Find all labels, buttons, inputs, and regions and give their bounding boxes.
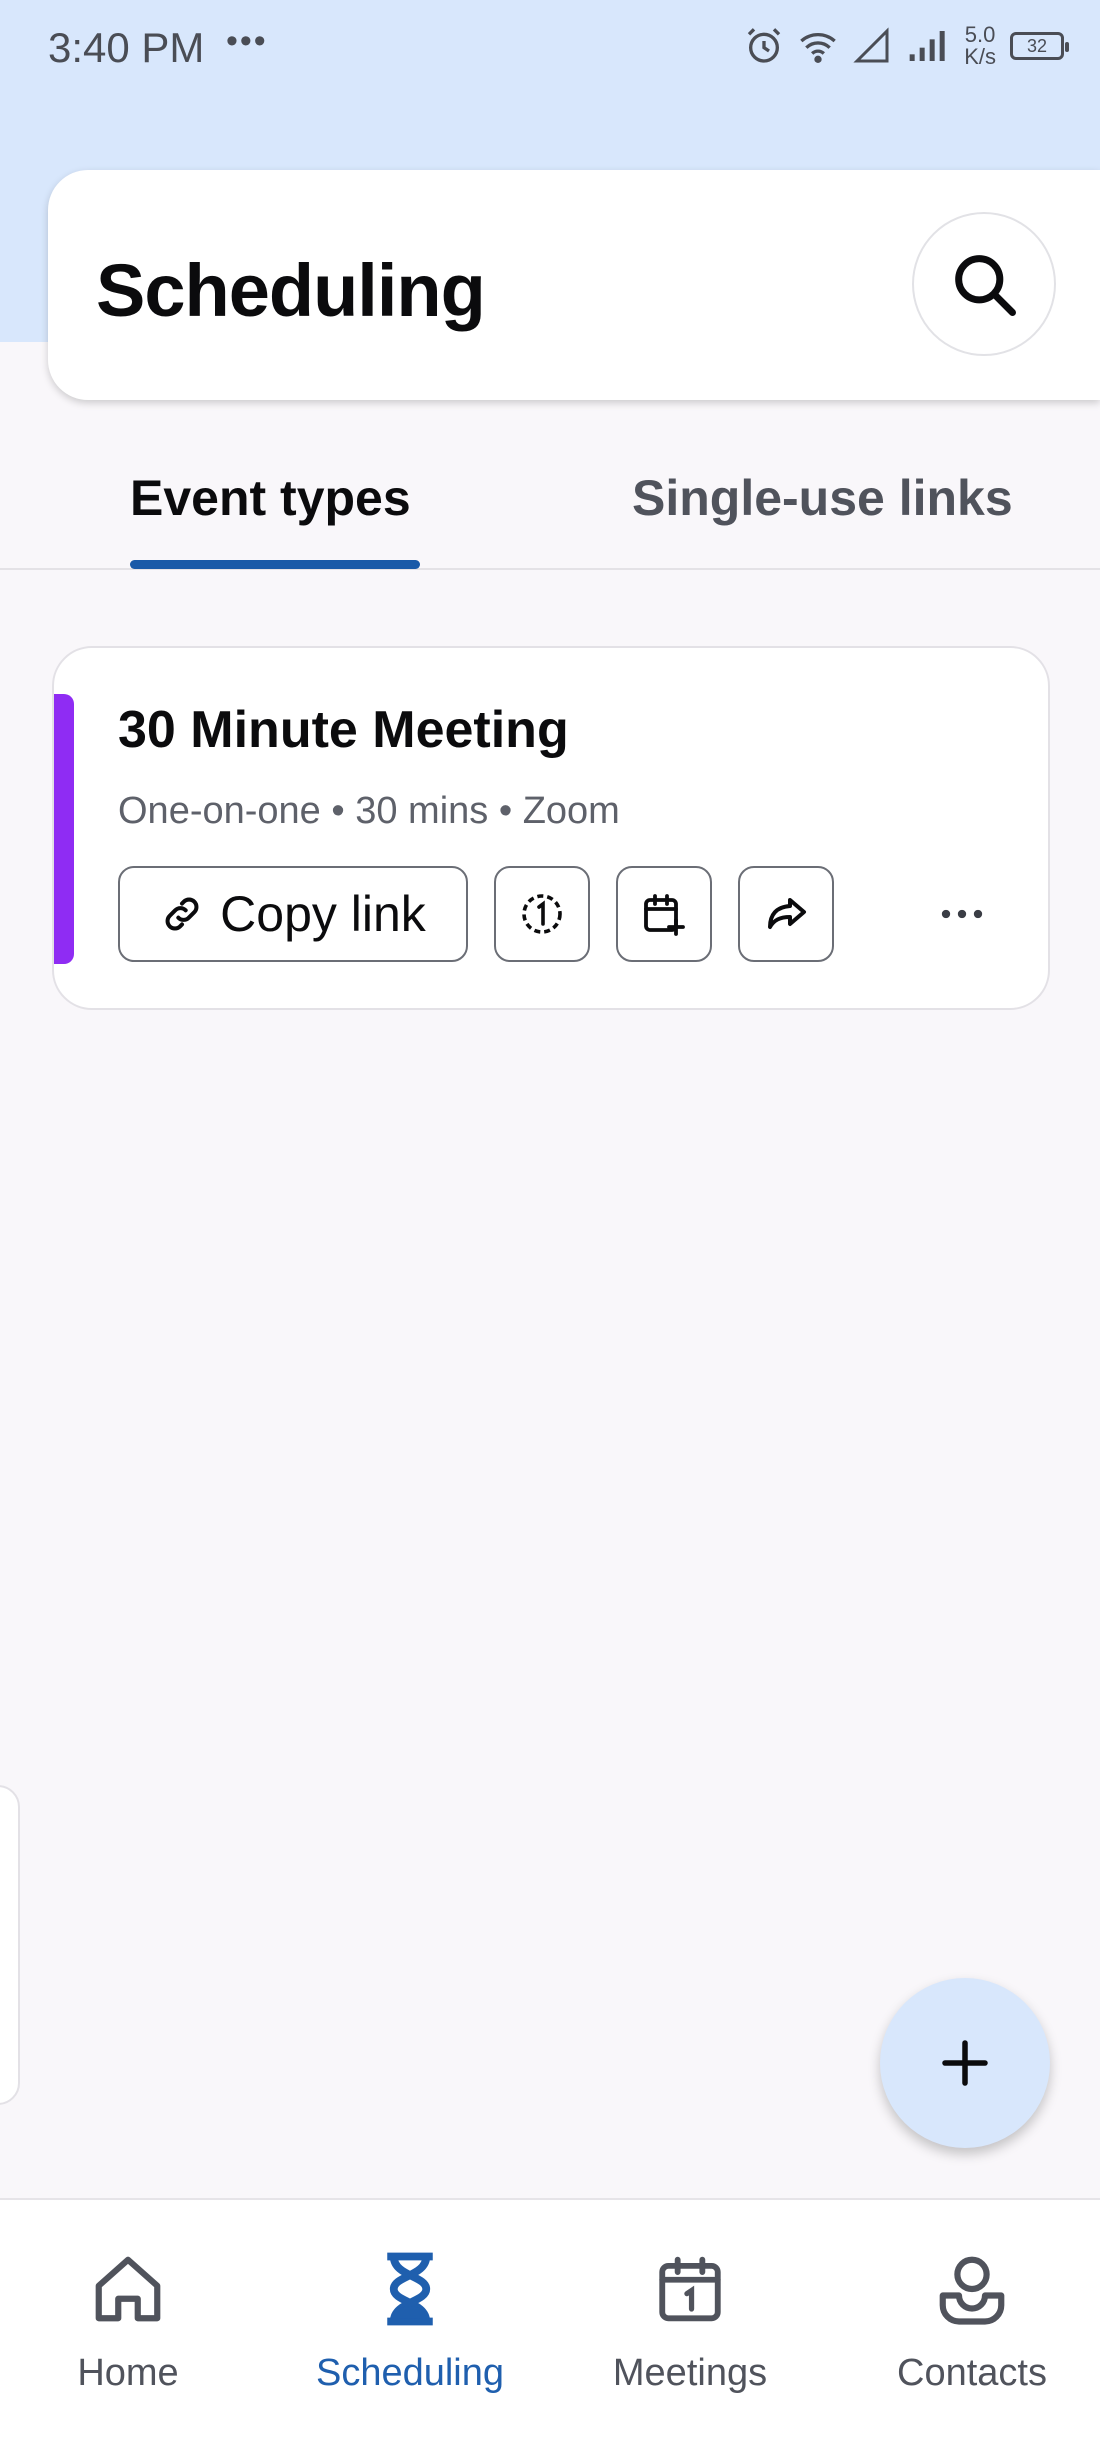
status-icons: 5.0 K/s 32 xyxy=(744,24,1069,68)
alarm-icon xyxy=(748,28,781,63)
create-event-button[interactable] xyxy=(880,1978,1050,2148)
battery-level: 32 xyxy=(1026,36,1048,56)
signal-empty-icon xyxy=(853,27,889,63)
plus-icon xyxy=(942,2040,988,2086)
nav-home-label: Home xyxy=(77,2352,179,2394)
status-time: 3:40 PM xyxy=(48,24,205,71)
signal-icon xyxy=(909,31,945,61)
more-options-icon xyxy=(941,909,983,919)
search-button[interactable] xyxy=(912,212,1056,356)
share-icon xyxy=(768,898,806,929)
add-to-calendar-button[interactable] xyxy=(616,866,712,962)
event-color-bar xyxy=(54,694,74,964)
search-icon xyxy=(955,255,1016,316)
event-type-card[interactable]: 30 Minute Meeting One-on-one • 30 mins •… xyxy=(52,646,1050,1010)
bottom-navigation: Home Scheduling Meetings Contacts xyxy=(0,2198,1100,2444)
status-bar: 3:40 PM ••• 5.0 K/s 32 xyxy=(0,0,1100,100)
tab-single-use-links[interactable]: Single-use links xyxy=(632,469,1013,527)
event-actions: Copy link xyxy=(118,866,834,962)
nav-contacts[interactable]: Contacts xyxy=(862,2248,1082,2395)
nav-meetings[interactable]: Meetings xyxy=(580,2248,800,2395)
tab-bar: Event types Single-use links xyxy=(0,445,1100,570)
network-speed-value: 5.0 xyxy=(964,22,996,47)
one-time-link-icon xyxy=(522,894,562,934)
more-options-button[interactable] xyxy=(914,866,1010,962)
copy-link-button[interactable]: Copy link xyxy=(118,866,468,962)
tab-event-types[interactable]: Event types xyxy=(130,469,411,527)
nav-scheduling[interactable]: Scheduling xyxy=(300,2248,520,2395)
notification-dots: ••• xyxy=(226,22,268,60)
event-title: 30 Minute Meeting xyxy=(118,701,569,759)
copy-link-label: Copy link xyxy=(220,886,426,942)
one-time-link-button[interactable] xyxy=(494,866,590,962)
header-card: Scheduling xyxy=(48,170,1100,400)
event-meta: One-on-one • 30 mins • Zoom xyxy=(118,790,620,832)
battery-icon: 32 xyxy=(1010,32,1069,60)
network-speed-unit: K/s xyxy=(964,44,996,69)
hourglass-icon xyxy=(387,2252,433,2326)
network-speed: 5.0 K/s xyxy=(964,24,996,68)
wifi-icon xyxy=(800,33,836,63)
nav-meetings-label: Meetings xyxy=(612,2352,768,2394)
offscreen-card xyxy=(0,1785,20,2105)
nav-contacts-label: Contacts xyxy=(897,2352,1047,2394)
link-icon xyxy=(165,897,199,931)
home-icon xyxy=(95,2256,161,2322)
nav-home[interactable]: Home xyxy=(18,2248,238,2395)
contacts-icon xyxy=(939,2256,1005,2325)
share-button[interactable] xyxy=(738,866,834,962)
add-to-calendar-icon xyxy=(644,894,685,936)
tab-indicator xyxy=(130,560,420,569)
page-title: Scheduling xyxy=(96,249,486,332)
nav-scheduling-label: Scheduling xyxy=(315,2352,505,2394)
calendar-icon xyxy=(659,2256,721,2322)
